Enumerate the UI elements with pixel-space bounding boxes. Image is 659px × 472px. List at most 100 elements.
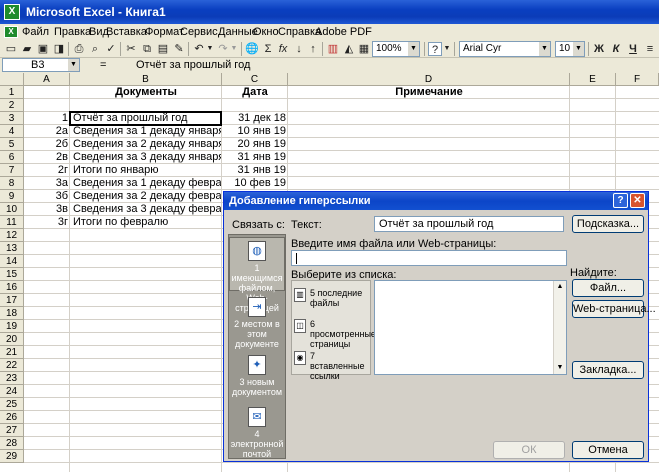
bold-button[interactable]: Ж [592, 42, 606, 56]
row-header[interactable]: 17 [0, 294, 24, 307]
scroll-up-icon[interactable]: ▲ [554, 281, 566, 293]
chevron-down-icon[interactable]: ▼ [408, 42, 419, 56]
formula-content[interactable]: Отчёт за прошлый год [136, 58, 250, 72]
cell-b7[interactable]: Итоги по январю [73, 164, 221, 177]
autosum-icon[interactable]: Σ [261, 42, 275, 56]
cell-b9[interactable]: Сведения за 2 декаду февраля [73, 190, 221, 203]
cut-icon[interactable]: ✂ [124, 42, 138, 56]
screentip-button[interactable]: Подсказка... [572, 215, 644, 233]
column-header-a[interactable]: A [24, 73, 70, 86]
row-header[interactable]: 15 [0, 268, 24, 281]
help-dropdown-icon[interactable]: ▼ [443, 42, 451, 56]
scroll-down-icon[interactable]: ▼ [554, 362, 566, 374]
redo-dropdown-icon[interactable]: ▼ [230, 42, 238, 56]
hyperlink-icon[interactable]: 🌐 [245, 42, 259, 56]
cell-a3[interactable]: 1 [24, 112, 68, 125]
cell-c5[interactable]: 20 янв 19 [222, 138, 286, 151]
row-header[interactable]: 24 [0, 385, 24, 398]
cell-b1[interactable]: Документы [70, 86, 222, 99]
cell-a9[interactable]: 3б [24, 190, 68, 203]
italic-button[interactable]: К [609, 42, 623, 56]
align-left-icon[interactable]: ≡ [643, 42, 657, 56]
cell-c4[interactable]: 10 янв 19 [222, 125, 286, 138]
paste-icon[interactable]: ▤ [156, 42, 170, 56]
column-header-f[interactable]: F [616, 73, 659, 86]
bookmark-button[interactable]: Закладка... [572, 361, 644, 379]
cell-d1[interactable]: Примечание [288, 86, 570, 99]
row-header[interactable]: 9 [0, 190, 24, 203]
cell-a11[interactable]: 3г [24, 216, 68, 229]
row-header[interactable]: 8 [0, 177, 24, 190]
chart-icon[interactable]: ▦ [357, 42, 371, 56]
cell-c8[interactable]: 10 фев 19 [222, 177, 286, 190]
row-header[interactable]: 19 [0, 320, 24, 333]
cell-a7[interactable]: 2г [24, 164, 68, 177]
spelling-icon[interactable]: ✓ [104, 42, 118, 56]
row-header[interactable]: 10 [0, 203, 24, 216]
cell-c1[interactable]: Дата [222, 86, 288, 99]
cell-b8[interactable]: Сведения за 1 декаду февраля [73, 177, 221, 190]
cell-a10[interactable]: 3в [24, 203, 68, 216]
sort-descending-icon[interactable]: ↑ [306, 42, 320, 56]
row-header[interactable]: 13 [0, 242, 24, 255]
row-header[interactable]: 14 [0, 255, 24, 268]
undo-dropdown-icon[interactable]: ▼ [206, 42, 214, 56]
help-icon[interactable]: ? [428, 42, 442, 56]
cell-c7[interactable]: 31 янв 19 [222, 164, 286, 177]
chart-wizard-icon[interactable]: ▥ [326, 42, 340, 56]
menu-edit[interactable]: Правка [54, 26, 91, 38]
file-list[interactable]: ▲ ▼ [374, 280, 567, 375]
row-header[interactable]: 18 [0, 307, 24, 320]
new-icon[interactable]: ▭ [4, 42, 18, 56]
sort-ascending-icon[interactable]: ↓ [292, 42, 306, 56]
zoom-combo[interactable]: 100% ▼ [372, 41, 420, 57]
address-field[interactable] [291, 250, 567, 266]
row-header[interactable]: 29 [0, 450, 24, 463]
font-size-combo[interactable]: 10 ▼ [555, 41, 585, 57]
row-header[interactable]: 27 [0, 424, 24, 437]
row-header[interactable]: 12 [0, 229, 24, 242]
row-header[interactable]: 7 [0, 164, 24, 177]
column-header-e[interactable]: E [570, 73, 616, 86]
redo-icon[interactable]: ↷ [216, 42, 230, 56]
cell-b11[interactable]: Итоги по февралю [73, 216, 221, 229]
column-header-b[interactable]: B [70, 73, 222, 86]
chevron-down-icon[interactable]: ▼ [573, 42, 584, 56]
browse-web-button[interactable]: Web-страница... [572, 300, 656, 318]
recent-files-item[interactable]: ▥ 5 последние файлы [294, 288, 366, 310]
open-icon[interactable]: ▰ [20, 42, 34, 56]
help-icon[interactable]: ? [613, 193, 628, 208]
print-preview-icon[interactable]: ⌕ [88, 42, 102, 56]
menu-tools[interactable]: Сервис [180, 26, 218, 38]
permission-icon[interactable]: ◨ [52, 42, 66, 56]
row-header[interactable]: 11 [0, 216, 24, 229]
workbook-menu-icon[interactable]: X [4, 26, 18, 38]
browsed-pages-item[interactable]: ◫ 6 просмотренные страницы [294, 319, 376, 349]
chevron-down-icon[interactable]: ▼ [539, 42, 550, 56]
format-painter-icon[interactable]: ✎ [172, 42, 186, 56]
row-header[interactable]: 4 [0, 125, 24, 138]
cell-b5[interactable]: Сведения за 2 декаду января [73, 138, 221, 151]
row-header[interactable]: 6 [0, 151, 24, 164]
menu-data[interactable]: Данные [218, 26, 258, 38]
ok-button[interactable]: ОК [493, 441, 565, 459]
cell-a5[interactable]: 2б [24, 138, 68, 151]
cell-a8[interactable]: 3а [24, 177, 68, 190]
select-all-corner[interactable] [0, 73, 24, 86]
drawing-icon[interactable]: ◭ [342, 42, 356, 56]
copy-icon[interactable]: ⧉ [140, 42, 154, 56]
inserted-links-item[interactable]: ◉ 7 вставленные ссылки [294, 351, 366, 381]
column-header-c[interactable]: C [222, 73, 288, 86]
cell-b6[interactable]: Сведения за 3 декаду января [73, 151, 221, 164]
column-header-d[interactable]: D [288, 73, 570, 86]
row-header[interactable]: 25 [0, 398, 24, 411]
cell-a4[interactable]: 2а [24, 125, 68, 138]
save-icon[interactable]: ▣ [36, 42, 50, 56]
font-combo[interactable]: Arial Cyr ▼ [459, 41, 551, 57]
link-to-existing-file[interactable]: ◍ 1 имеющимся файлом, Web-страницей [229, 237, 285, 313]
menu-window[interactable]: Окно [253, 26, 279, 38]
row-header[interactable]: 3 [0, 112, 24, 125]
name-box[interactable]: B3 ▼ [2, 58, 80, 72]
cell-b10[interactable]: Сведения за 3 декаду февраля [73, 203, 221, 216]
link-to-place-in-document[interactable]: ⇥ 2 местом в этом документе [229, 297, 285, 349]
